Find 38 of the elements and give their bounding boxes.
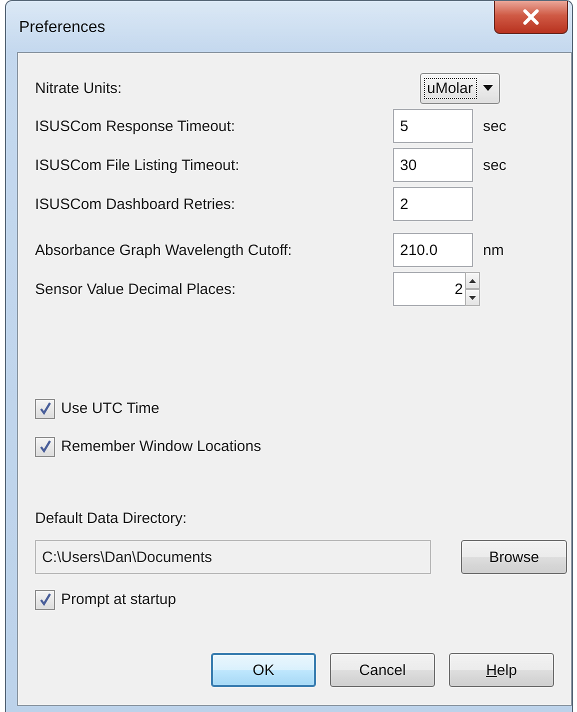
dialog-button[interactable]: OK [211,653,316,687]
input-field[interactable]: 2 [393,187,473,221]
checkbox-label: Remember Window Locations [61,438,262,455]
checkmark-icon [38,593,52,606]
checkbox-label: Use UTC Time [61,400,160,417]
directory-label: Default Data Directory: [35,510,188,527]
spin-up-button[interactable] [465,272,480,289]
checkbox-label: Prompt at startup [61,591,176,608]
checkmark-icon [38,440,52,453]
unit-label: sec [483,118,506,134]
close-icon [522,9,540,25]
caret-icon [483,85,493,91]
input-field[interactable]: 2 [393,272,465,306]
checkbox[interactable] [35,436,55,456]
dialog-button[interactable]: Cancel [330,653,435,687]
setting-label: ISUSCom File Listing Timeout: [35,156,240,174]
dialog-button[interactable]: Help [449,653,554,687]
path-field[interactable]: C:\Users\Dan\Documents [35,540,432,574]
up-arrow-icon [469,278,476,282]
close-button[interactable] [494,1,568,34]
checkbox[interactable] [35,590,55,610]
setting-label: Absorbance Graph Wavelength Cutoff: [35,242,293,258]
unit-label: nm [483,242,504,258]
setting-label: ISUSCom Response Timeout: [35,118,236,134]
checkmark-icon [38,402,52,415]
checkbox[interactable] [35,398,55,418]
unit-label: sec [483,156,506,174]
units-dropdown[interactable]: uMolar [420,72,500,104]
down-arrow-icon [469,296,476,300]
spin-down-button[interactable] [465,289,480,306]
input-field[interactable]: 5 [393,109,473,143]
window-title: Preferences [19,19,106,37]
setting-label: ISUSCom Dashboard Retries: [35,196,236,212]
browse-button[interactable]: Browse [461,540,567,574]
input-field[interactable]: 30 [393,148,473,182]
setting-label: Nitrate Units: [35,80,123,96]
input-field[interactable]: 210.0 [393,233,473,267]
setting-label: Sensor Value Decimal Places: [35,280,237,298]
